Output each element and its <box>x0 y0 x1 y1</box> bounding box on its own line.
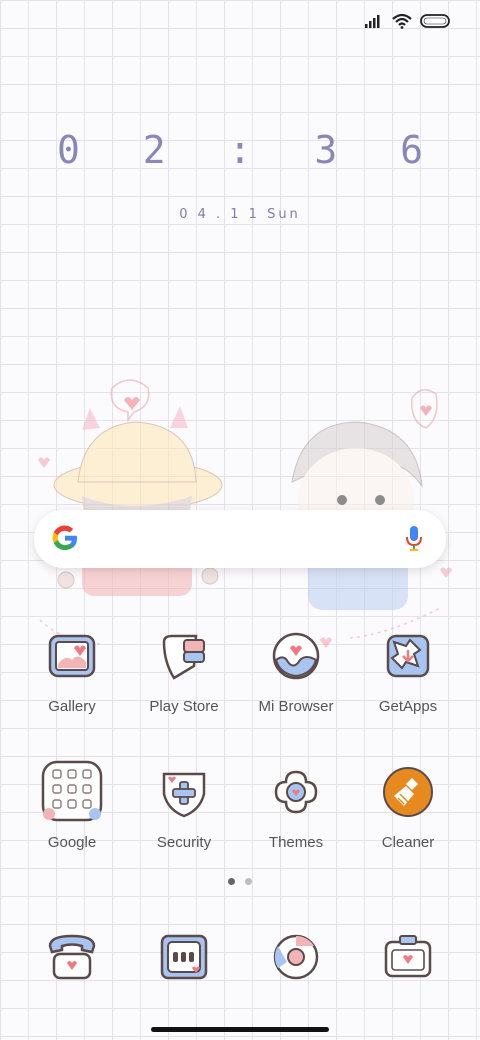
dock-camera[interactable] <box>352 932 464 988</box>
app-label: Mi Browser <box>258 698 334 715</box>
themes-flower-icon <box>268 764 324 820</box>
app-security[interactable]: Security <box>128 758 240 851</box>
app-play-store[interactable]: Play Store <box>128 622 240 715</box>
gallery-icon <box>44 628 100 684</box>
play-store-icon <box>156 628 212 684</box>
app-row-1: Gallery Play Store Mi Browser GetApps <box>0 622 480 758</box>
app-label: Security <box>156 834 212 851</box>
page-indicator[interactable] <box>228 878 252 885</box>
app-getapps[interactable]: GetApps <box>352 622 464 715</box>
google-logo-icon <box>52 525 78 551</box>
chrome-icon <box>268 932 324 988</box>
security-shield-icon <box>156 764 212 820</box>
app-grid: Gallery Play Store Mi Browser GetApps Go… <box>0 622 480 894</box>
app-label: Play Store <box>149 698 219 715</box>
clock-date[interactable]: 0 4 . 1 1 Sun <box>0 207 480 222</box>
wifi-icon <box>392 13 412 29</box>
getapps-icon <box>380 628 436 684</box>
mic-icon[interactable] <box>404 524 424 554</box>
app-cleaner[interactable]: Cleaner <box>352 758 464 851</box>
messages-icon <box>156 932 212 988</box>
status-bar <box>364 10 452 32</box>
app-label: Cleaner <box>381 834 435 851</box>
app-mi-browser[interactable]: Mi Browser <box>240 622 352 715</box>
dock-chrome[interactable] <box>240 932 352 988</box>
page-dot-active[interactable] <box>228 878 235 885</box>
google-search-bar[interactable] <box>34 510 446 568</box>
google-folder-icon <box>41 760 103 822</box>
app-label: Google <box>47 834 97 851</box>
app-themes[interactable]: Themes <box>240 758 352 851</box>
mi-browser-icon <box>268 628 324 684</box>
app-label: Themes <box>268 834 324 851</box>
cleaner-broom-icon <box>380 764 436 820</box>
app-label: GetApps <box>378 698 438 715</box>
signal-icon <box>365 15 380 28</box>
app-row-2: Google Security Themes Cleaner <box>0 758 480 894</box>
camera-icon <box>380 932 436 988</box>
phone-icon <box>44 932 100 988</box>
page-dot[interactable] <box>245 878 252 885</box>
app-gallery[interactable]: Gallery <box>16 622 128 715</box>
dock-phone[interactable] <box>16 932 128 988</box>
app-label: Gallery <box>48 698 96 715</box>
dock-messages[interactable] <box>128 932 240 988</box>
app-google-folder[interactable]: Google <box>16 758 128 851</box>
dock <box>0 932 480 982</box>
battery-icon <box>420 14 450 28</box>
clock-time[interactable]: 0 2 : 3 6 <box>0 128 480 172</box>
home-indicator-bar[interactable] <box>151 1027 329 1032</box>
